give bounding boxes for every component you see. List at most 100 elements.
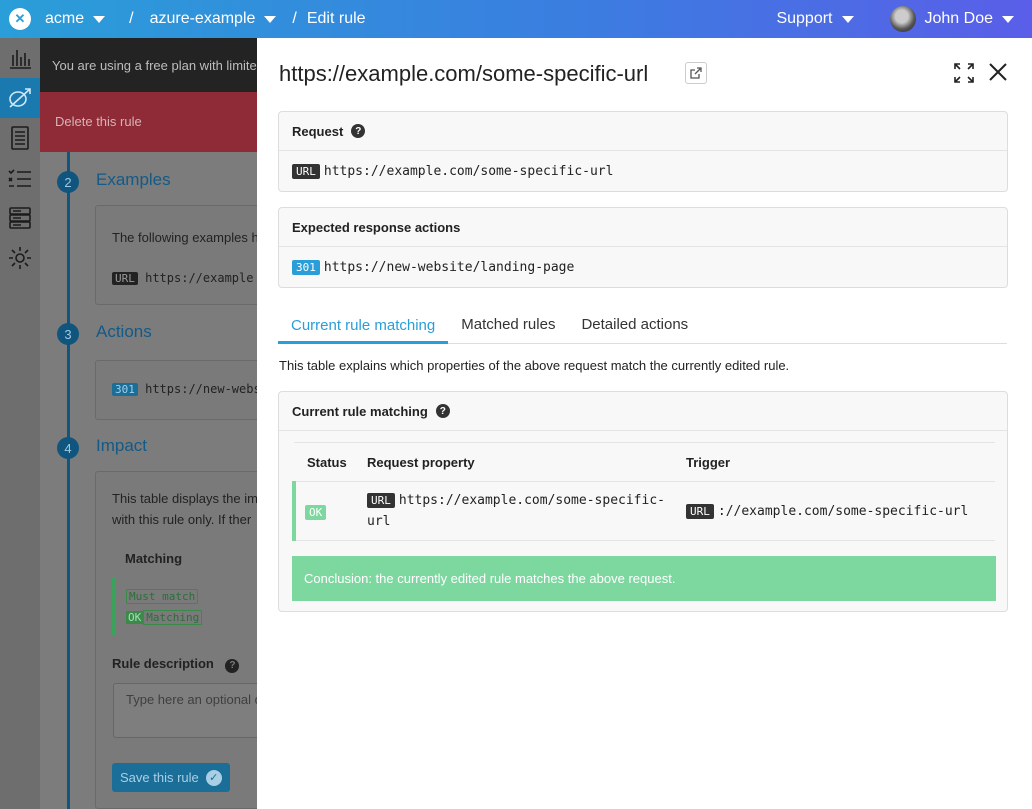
column-header-status: Status (294, 442, 354, 482)
url-tag: URL (367, 493, 395, 508)
examples-card (95, 205, 257, 305)
ok-tag: OK (126, 611, 144, 624)
examples-url: URL https://example (112, 271, 253, 285)
sidebar-item-logs[interactable] (0, 118, 40, 158)
breadcrumb-separator: / (292, 10, 297, 27)
matching-card: Current rule matching ? Status Request p… (278, 391, 1008, 612)
help-icon[interactable]: ? (435, 404, 450, 418)
open-external-button[interactable] (685, 62, 707, 84)
examples-url-value: https://example (145, 271, 254, 285)
tab-explanation: This table explains which properties of … (279, 358, 790, 373)
gear-icon (9, 247, 31, 269)
app-logo-icon[interactable]: ✕ (9, 8, 31, 30)
tab-current-rule-matching[interactable]: Current rule matching (278, 306, 449, 344)
tab-matched-rules[interactable]: Matched rules (448, 306, 568, 343)
matching-row-indicator (112, 577, 116, 635)
matching-card-header: Current rule matching ? (279, 392, 1007, 431)
request-property-url-line2: url (367, 514, 391, 529)
sidebar-item-settings[interactable] (0, 238, 40, 278)
actions-url-value: https://new-webs (145, 382, 257, 396)
matching-card-title: Current rule matching (292, 403, 428, 419)
request-header-label: Request (292, 123, 344, 139)
request-property-cell: URL https://example.com/some-specific- ur… (354, 481, 673, 541)
request-property-url-line1: https://example.com/some-specific- (398, 493, 665, 508)
must-match-tag: Must match (126, 589, 199, 604)
checklist-icon (8, 169, 31, 187)
bar-chart-icon (10, 50, 31, 69)
chevron-down-icon (264, 15, 277, 23)
server-icon (9, 207, 31, 229)
actions-url: 301 https://new-webs (112, 382, 257, 396)
save-rule-button[interactable]: Save this rule ✓ (112, 763, 230, 792)
step-title-impact: Impact (96, 436, 148, 455)
request-header: Request ? (279, 112, 1007, 151)
conclusion-banner: Conclusion: the currently edited rule ma… (292, 556, 996, 601)
impact-text-line2: with this rule only. If ther (112, 512, 252, 527)
sidebar (0, 38, 40, 809)
expected-response-body: 301 https://new-website/landing-page (279, 247, 1007, 287)
request-card: Request ? URL https://example.com/some-s… (278, 111, 1008, 192)
breadcrumb-current-page: Edit rule (306, 10, 366, 27)
matching-status: OK Matching (126, 610, 203, 625)
expand-icon[interactable] (954, 63, 974, 83)
tab-detailed-actions[interactable]: Detailed actions (568, 306, 701, 343)
sidebar-item-checklist[interactable] (0, 158, 40, 198)
step-number: 4 (57, 437, 79, 459)
step-number: 2 (57, 171, 79, 193)
column-header-request-property: Request property (354, 442, 673, 482)
rule-description-label: Rule description ? (112, 656, 240, 673)
project-name: azure-example (149, 10, 256, 27)
sidebar-item-analytics[interactable] (0, 38, 40, 78)
table-header-row: Status Request property Trigger (294, 442, 995, 482)
trigger-value: ://example.com/some-specific-url (717, 503, 969, 519)
status-301-tag: 301 (292, 259, 320, 275)
expected-response-url: https://new-website/landing-page (323, 259, 575, 275)
steps-timeline (67, 152, 70, 809)
rule-description-input[interactable]: Type here an optional d (113, 683, 257, 738)
status-cell: OK (292, 481, 354, 541)
project-selector[interactable]: azure-example (150, 10, 277, 28)
rule-description-text: Rule description (112, 656, 214, 671)
support-label: Support (776, 10, 833, 27)
tab-bar: Current rule matching Matched rules Deta… (278, 306, 1007, 344)
chevron-down-icon (1002, 15, 1014, 23)
background-page: You are using a free plan with limite De… (40, 38, 257, 809)
help-icon[interactable]: ? (225, 658, 240, 673)
step-number: 3 (57, 323, 79, 345)
help-icon[interactable]: ? (351, 124, 366, 138)
status-301-tag: 301 (112, 383, 138, 396)
column-header-trigger: Trigger (673, 442, 995, 482)
matching-column-header: Matching (125, 551, 183, 566)
user-menu[interactable]: John Doe (925, 10, 1014, 28)
avatar[interactable] (889, 6, 916, 32)
ok-status-badge: OK (305, 504, 327, 520)
request-body: URL https://example.com/some-specific-ur… (279, 151, 1007, 191)
support-menu[interactable]: Support (776, 10, 854, 28)
chevron-down-icon (93, 15, 106, 23)
step-title-actions: Actions (96, 322, 152, 341)
matching-label: Matching (143, 610, 203, 625)
breadcrumb-separator: / (129, 10, 134, 27)
matching-table: Status Request property Trigger OK URL ht… (292, 442, 995, 541)
trigger-cell: URL://example.com/some-specific-url (673, 481, 995, 541)
close-icon[interactable] (988, 62, 1008, 82)
table-row: OK URL https://example.com/some-specific-… (292, 481, 995, 541)
plan-banner: You are using a free plan with limite (40, 38, 257, 92)
org-selector[interactable]: acme (45, 10, 106, 28)
save-rule-label: Save this rule (120, 770, 199, 785)
url-tag: URL (292, 163, 320, 179)
document-list-icon (11, 126, 29, 150)
external-link-icon (690, 67, 702, 79)
sidebar-item-rules[interactable] (0, 78, 40, 118)
rule-icon (9, 88, 31, 108)
delete-rule-button[interactable]: Delete this rule (40, 92, 257, 152)
rule-detail-panel: https://example.com/some-specific-url Re… (257, 38, 1032, 809)
step-title-examples: Examples (96, 170, 171, 189)
expected-response-header: Expected response actions (279, 208, 1007, 247)
top-navbar: ✕ acme / azure-example / Edit rule Suppo… (0, 0, 1032, 38)
examples-text: The following examples h (112, 230, 257, 245)
sidebar-item-servers[interactable] (0, 198, 40, 238)
chevron-down-icon (841, 15, 854, 23)
org-name: acme (45, 10, 85, 27)
impact-text-line1: This table displays the im (112, 491, 257, 506)
